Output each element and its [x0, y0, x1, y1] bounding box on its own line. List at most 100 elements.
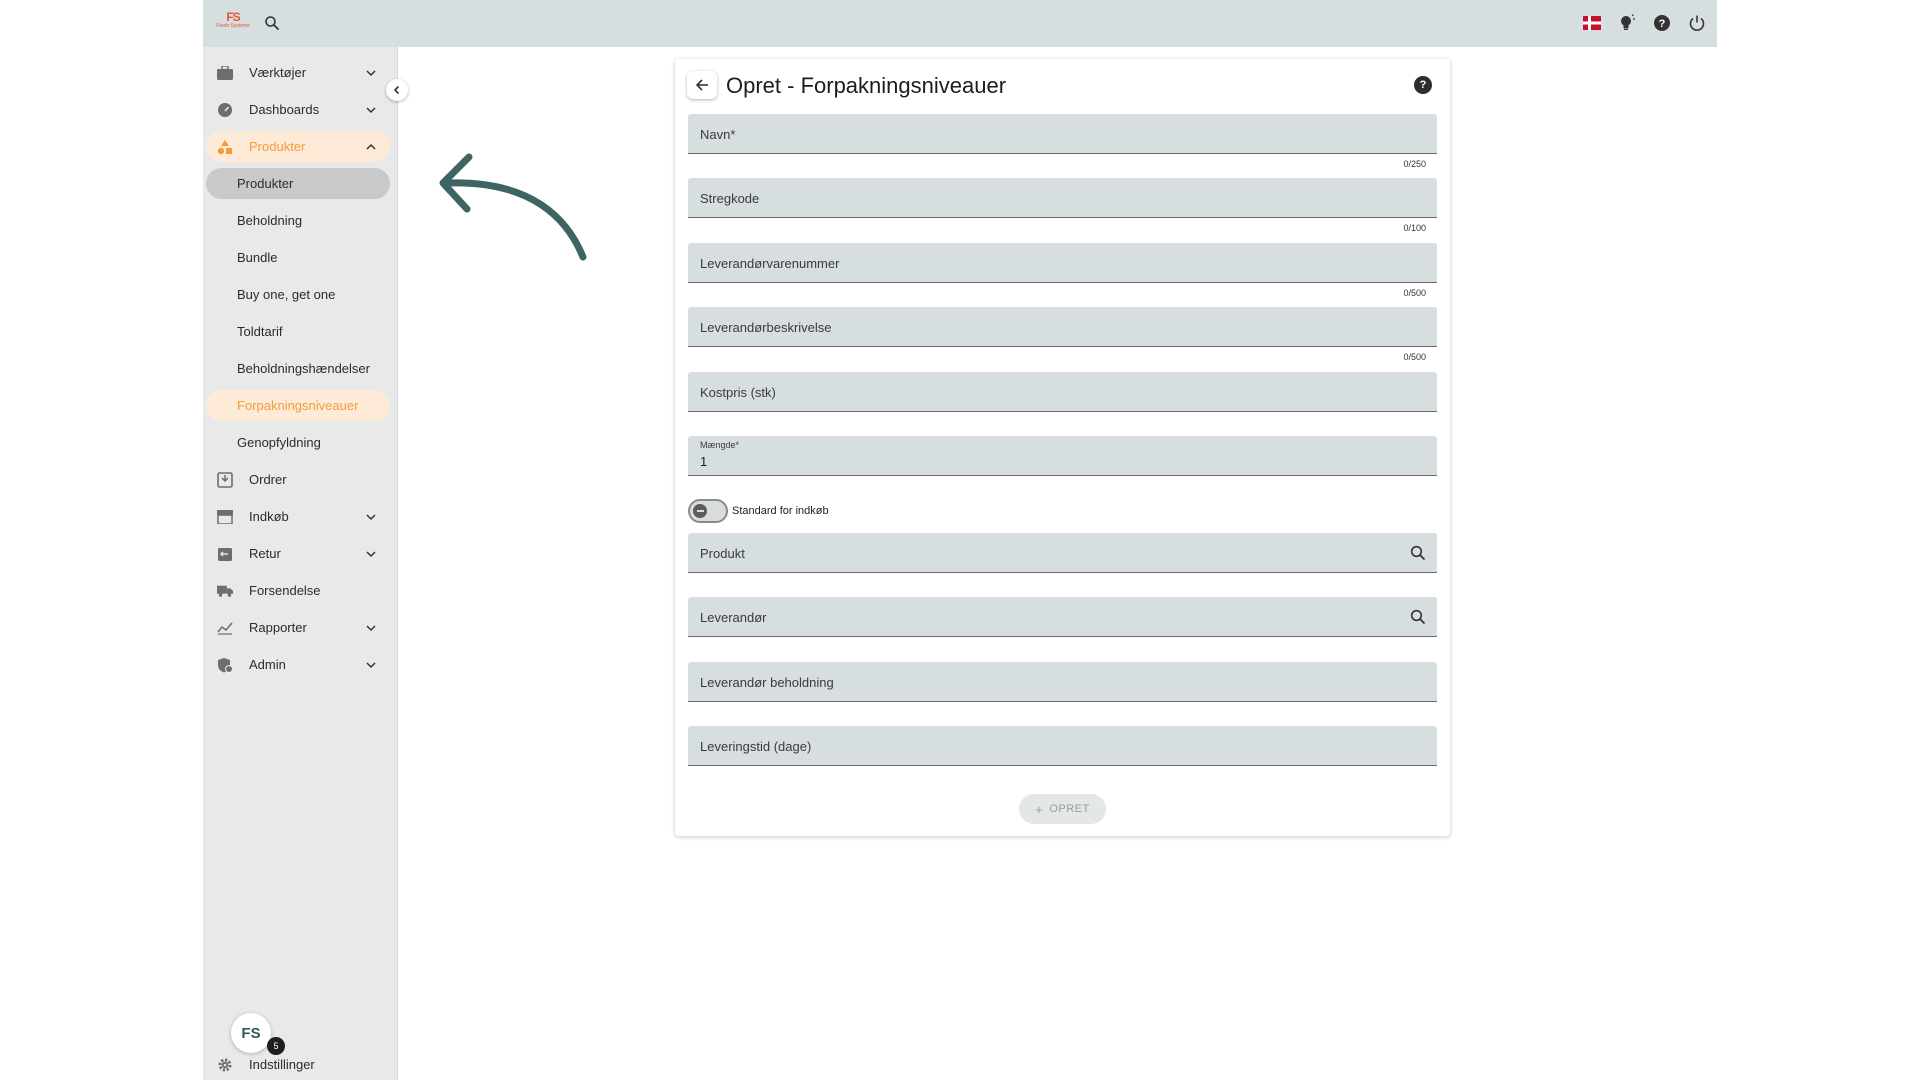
sidebar-subitem-label: Beholdningshændelser: [237, 361, 370, 376]
create-form-card: Opret - Forpakningsniveauer ? Navn* 0/25…: [675, 59, 1450, 836]
field-label: Leverandør: [700, 610, 767, 625]
sidebar-subitem-genopfyldning[interactable]: Genopfyldning: [206, 427, 390, 458]
sidebar-item-retur[interactable]: Retur: [206, 538, 390, 569]
stregkode-counter: 0/100: [1403, 223, 1426, 233]
leverandorbeskrivelse-field[interactable]: Leverandørbeskrivelse: [688, 307, 1437, 347]
fs-assistant-label: FS: [241, 1024, 261, 1042]
sidebar-item-produkter[interactable]: Produkter: [206, 131, 390, 162]
field-label: Produkt: [700, 546, 745, 561]
back-button[interactable]: [687, 71, 717, 99]
sidebar-item-label: Admin: [249, 657, 286, 672]
create-button[interactable]: + OPRET: [1019, 794, 1106, 824]
collapse-sidebar-button[interactable]: [386, 79, 408, 101]
fs-assistant-button[interactable]: FS: [231, 1013, 271, 1053]
sidebar-subitem-buy-one-get-one[interactable]: Buy one, get one: [206, 279, 390, 310]
maengde-field[interactable]: Mængde* 1: [688, 436, 1437, 476]
sidebar-item-vaerktojer[interactable]: Værktøjer: [206, 57, 390, 88]
power-icon[interactable]: [1686, 12, 1708, 34]
plus-icon: +: [1035, 801, 1044, 817]
logo-subtitle: Fresh Systems: [216, 23, 250, 29]
top-bar: FS Fresh Systems ?: [203, 0, 1717, 47]
sidebar-item-label: Dashboards: [249, 102, 320, 117]
create-button-label: OPRET: [1049, 803, 1090, 815]
sidebar-item-rapporter[interactable]: Rapporter: [206, 612, 390, 643]
logo-mark: FS: [226, 10, 240, 24]
leverandor-beholdning-field[interactable]: Leverandør beholdning: [688, 662, 1437, 702]
chevron-down-icon: [366, 70, 376, 77]
sidebar-item-indkob[interactable]: Indkøb: [206, 501, 390, 532]
navn-field[interactable]: Navn*: [688, 114, 1437, 154]
kostpris-field[interactable]: Kostpris (stk): [688, 372, 1437, 412]
sidebar-item-label: Rapporter: [249, 620, 307, 635]
sidebar-subitem-label: Toldtarif: [237, 324, 283, 339]
leverandorvarenummer-field[interactable]: Leverandørvarenummer: [688, 243, 1437, 283]
sidebar-subitem-bundle[interactable]: Bundle: [206, 242, 390, 273]
sidebar-subitem-beholdning[interactable]: Beholdning: [206, 205, 390, 236]
toggle-label: Standard for indkøb: [732, 505, 829, 517]
produkt-field[interactable]: Produkt: [688, 533, 1437, 573]
chevron-left-icon: [393, 85, 400, 95]
field-label: Navn*: [700, 127, 736, 142]
sidebar-item-indstillinger[interactable]: Indstillinger: [206, 1051, 390, 1079]
truck-icon: [217, 583, 233, 599]
toggle-knob: [693, 504, 707, 518]
sidebar-subitem-label: Forpakningsniveauer: [237, 398, 359, 413]
sidebar-item-label: Indstillinger: [249, 1057, 315, 1072]
sidebar-subitem-label: Genopfyldning: [237, 435, 321, 450]
leverandor-field[interactable]: Leverandør: [688, 597, 1437, 637]
sidebar-subitem-produkter[interactable]: Produkter: [206, 168, 390, 199]
search-icon[interactable]: [1409, 608, 1427, 626]
help-button[interactable]: ?: [1414, 76, 1432, 94]
standard-for-indkob-toggle[interactable]: [688, 499, 728, 523]
speedometer-icon: [217, 102, 233, 118]
inbox-icon: [217, 472, 233, 488]
leverandorvarenummer-counter: 0/500: [1403, 288, 1426, 298]
shapes-icon: [217, 139, 233, 155]
sidebar-subitem-label: Produkter: [237, 176, 294, 191]
app-window: FS Fresh Systems ? Værktøjer Dashboards: [203, 0, 1717, 1080]
notification-count-badge: 5: [267, 1037, 285, 1055]
curved-arrow-icon: [439, 153, 587, 261]
search-icon[interactable]: [1409, 544, 1427, 562]
lightbulb-icon[interactable]: [1616, 12, 1638, 34]
field-value: 1: [700, 454, 708, 469]
sidebar-item-label: Produkter: [249, 139, 306, 154]
danish-flag-icon[interactable]: [1581, 12, 1603, 34]
sidebar-item-label: Forsendelse: [249, 583, 321, 598]
sidebar-subitem-label: Buy one, get one: [237, 287, 336, 302]
return-box-icon: [217, 546, 233, 562]
page-title: Opret - Forpakningsniveauer: [726, 73, 1007, 98]
stregkode-field[interactable]: Stregkode: [688, 178, 1437, 218]
gear-icon: [217, 1057, 233, 1078]
sidebar-item-label: Værktøjer: [249, 65, 307, 80]
chevron-down-icon: [366, 551, 376, 558]
store-icon: [217, 509, 233, 525]
sidebar: Værktøjer Dashboards Produkter Produkter…: [203, 47, 398, 1080]
chevron-up-icon: [366, 143, 376, 150]
leveringstid-field[interactable]: Leveringstid (dage): [688, 726, 1437, 766]
field-label: Stregkode: [700, 191, 760, 206]
arrow-left-icon: [695, 79, 708, 91]
chevron-down-icon: [366, 107, 376, 114]
field-label: Leverandør beholdning: [700, 675, 834, 690]
search-icon[interactable]: [261, 12, 283, 34]
sidebar-subitem-toldtarif[interactable]: Toldtarif: [206, 316, 390, 347]
sidebar-item-forsendelse[interactable]: Forsendelse: [206, 575, 390, 606]
chevron-down-icon: [366, 625, 376, 632]
sidebar-item-label: Ordrer: [249, 472, 287, 487]
sidebar-subitem-forpakningsniveauer[interactable]: Forpakningsniveauer: [206, 390, 390, 421]
sidebar-item-admin[interactable]: Admin: [206, 649, 390, 680]
field-label: Leveringstid (dage): [700, 739, 812, 754]
logo[interactable]: FS Fresh Systems: [212, 11, 254, 35]
help-icon[interactable]: ?: [1651, 12, 1673, 34]
sidebar-subitem-beholdningshaendelser[interactable]: Beholdningshændelser: [206, 353, 390, 384]
navn-counter: 0/250: [1403, 159, 1426, 169]
field-label: Kostpris (stk): [700, 385, 776, 400]
chart-icon: [217, 620, 233, 636]
field-label: Leverandørbeskrivelse: [700, 320, 832, 335]
sidebar-item-dashboards[interactable]: Dashboards: [206, 94, 390, 125]
chevron-down-icon: [366, 514, 376, 521]
sidebar-subitem-label: Beholdning: [237, 213, 303, 228]
chevron-down-icon: [366, 662, 376, 669]
sidebar-item-ordrer[interactable]: Ordrer: [206, 464, 390, 495]
